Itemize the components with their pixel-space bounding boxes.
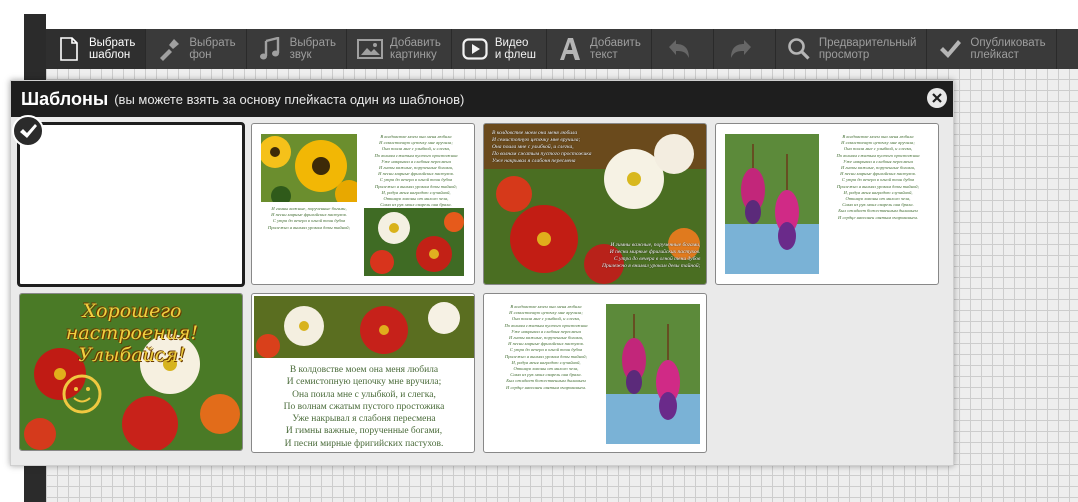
undo-icon [666,36,692,62]
template-poem-fuchsia[interactable]: В колдовстве моем она меня любила И семи… [483,293,707,453]
template-banner-poem[interactable]: В колдовстве моем она меня любила И семи… [251,293,475,453]
choose-template-button[interactable]: Выбрать шаблон [46,29,147,69]
text-icon [557,36,583,62]
undo-button[interactable] [652,29,714,69]
add-image-button[interactable]: Добавить картинку [347,29,452,69]
template-greeting[interactable]: Хорошего настроения! Улыбайся! [19,293,243,451]
red-flowers-photo [364,208,464,276]
close-icon [932,93,942,103]
image-icon [356,36,383,62]
greeting-title: Хорошего настроения! Улыбайся! [65,300,199,366]
dialog-title: Шаблоны [21,88,109,109]
checkmark-icon [20,124,37,138]
publish-label: Опубликовать плейкаст [970,37,1046,61]
close-button[interactable] [927,88,947,108]
add-image-label: Добавить картинку [389,37,441,61]
banner-flowers-photo [254,296,474,358]
sunflower-photo [261,134,357,202]
template-flowers-poem[interactable]: В колдовстве моем она меня любила И семи… [251,123,475,285]
choose-template-label: Выбрать шаблон [89,37,136,61]
choose-background-button[interactable]: Выбрать фон [146,29,247,69]
add-text-button[interactable]: Добавить текст [547,29,652,69]
redo-icon [728,36,754,62]
selected-checkmark-badge [12,115,44,147]
overlay-text-top: В колдовстве моем она меня любила И семи… [492,130,592,164]
preview-button[interactable]: Предварительный просмотр [776,29,928,69]
template-blank[interactable] [17,122,245,287]
templates-dialog: Шаблоны (вы можете взять за основу плейк… [10,80,954,466]
video-icon [462,36,488,62]
poem-text-left: И гимны важные, порученные богами, И пес… [267,206,351,230]
dialog-header: Шаблоны (вы можете взять за основу плейк… [11,81,953,117]
dialog-subtitle: (вы можете взять за основу плейкаста оди… [114,91,465,107]
template-zinnia-overlay[interactable]: В колдовстве моем она меня любила И семи… [483,123,707,285]
fuchsia-photo [725,134,819,274]
add-text-label: Добавить текст [589,37,641,61]
choose-sound-label: Выбрать звук [289,37,336,61]
search-icon [786,36,812,62]
template-fuchsia-poem[interactable]: В колдовстве моем она меня любила И семи… [715,123,939,285]
toolbar: Выбрать шаблон Выбрать фон Выбрать звук … [46,29,1078,69]
redo-button[interactable] [714,29,776,69]
poem-text: В колдовстве моем она меня любила И семи… [504,304,588,390]
checkmark-icon [937,36,963,62]
video-flash-label: Видео и флеш [494,37,536,61]
editor-page: Выбрать шаблон Выбрать фон Выбрать звук … [0,0,1078,502]
brush-icon [156,36,182,62]
choose-sound-button[interactable]: Выбрать звук [247,29,347,69]
video-flash-button[interactable]: Видео и флеш [452,29,547,69]
poem-text: В колдовстве моем она меня любила И семи… [283,365,445,452]
choose-background-label: Выбрать фон [189,37,236,61]
template-icon [56,36,82,62]
preview-label: Предварительный просмотр [818,37,917,61]
overlay-text-bottom: И гимны важные, порученные богами, И пес… [602,242,701,269]
fuchsia-photo [606,304,700,444]
music-note-icon [257,36,283,62]
poem-text: В колдовстве моем она меня любила И семи… [836,134,920,220]
publish-button[interactable]: Опубликовать плейкаст [927,29,1057,69]
